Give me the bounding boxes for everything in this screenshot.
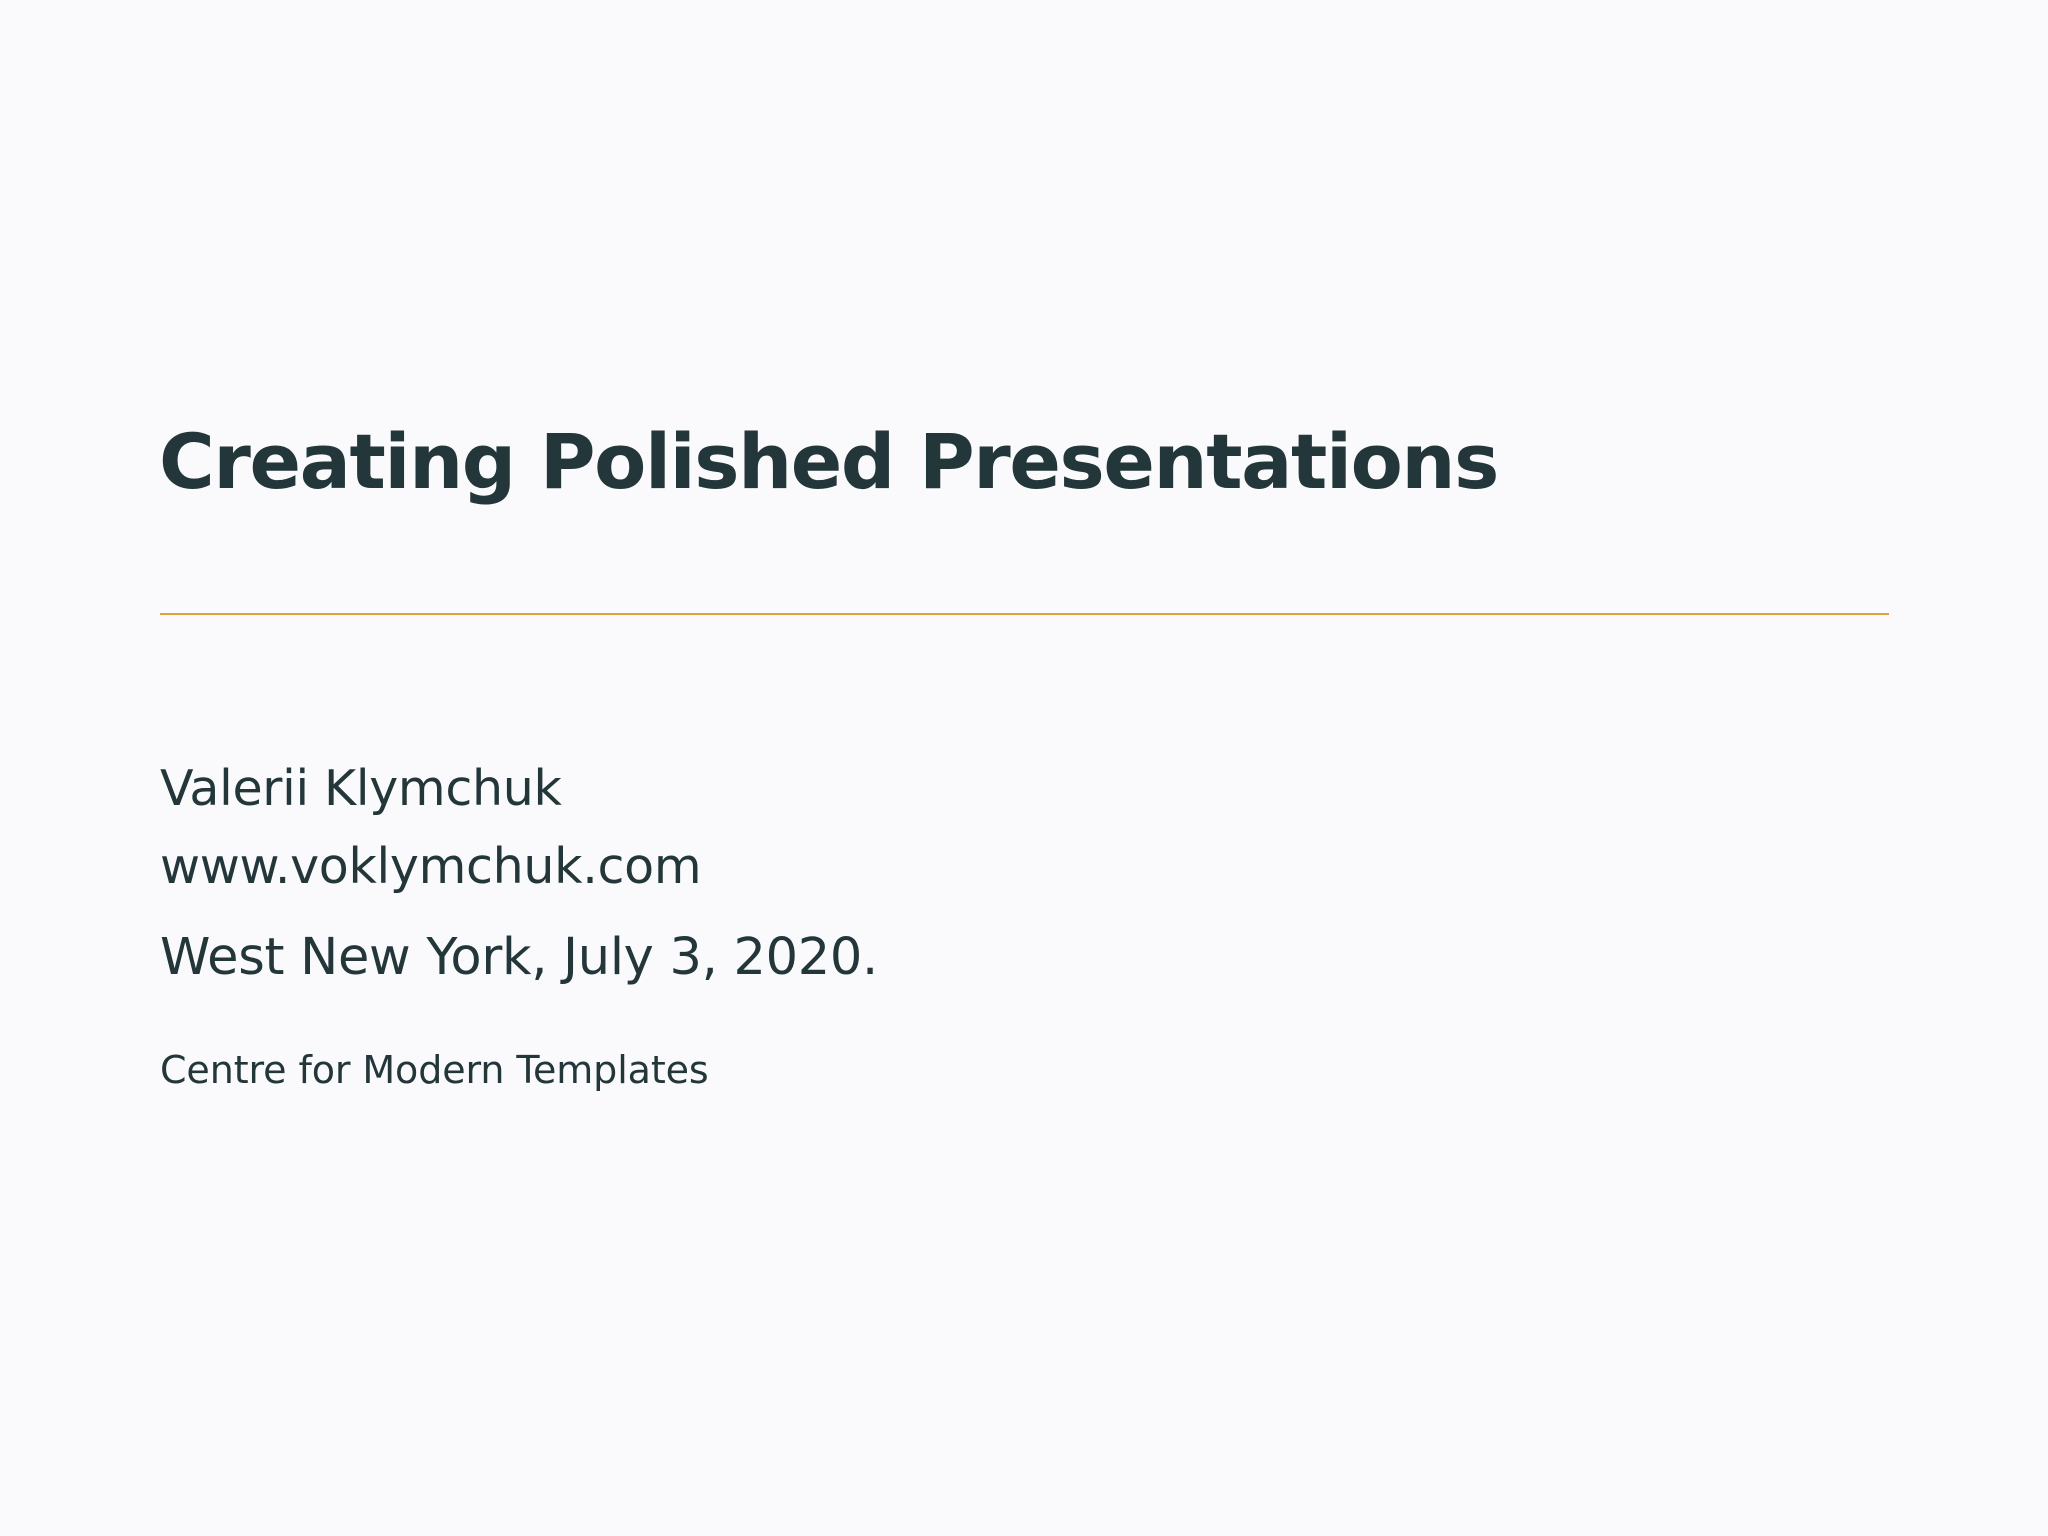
- location-date: West New York, July 3, 2020.: [160, 928, 878, 987]
- institute-name: Centre for Modern Templates: [160, 1048, 709, 1092]
- author-name: Valerii Klymchuk: [160, 760, 562, 817]
- title-slide: Creating Polished Presentations Valerii …: [0, 0, 2048, 1536]
- title-divider: [160, 613, 1889, 615]
- presentation-title: Creating Polished Presentations: [159, 417, 1499, 506]
- author-website: www.voklymchuk.com: [160, 838, 702, 895]
